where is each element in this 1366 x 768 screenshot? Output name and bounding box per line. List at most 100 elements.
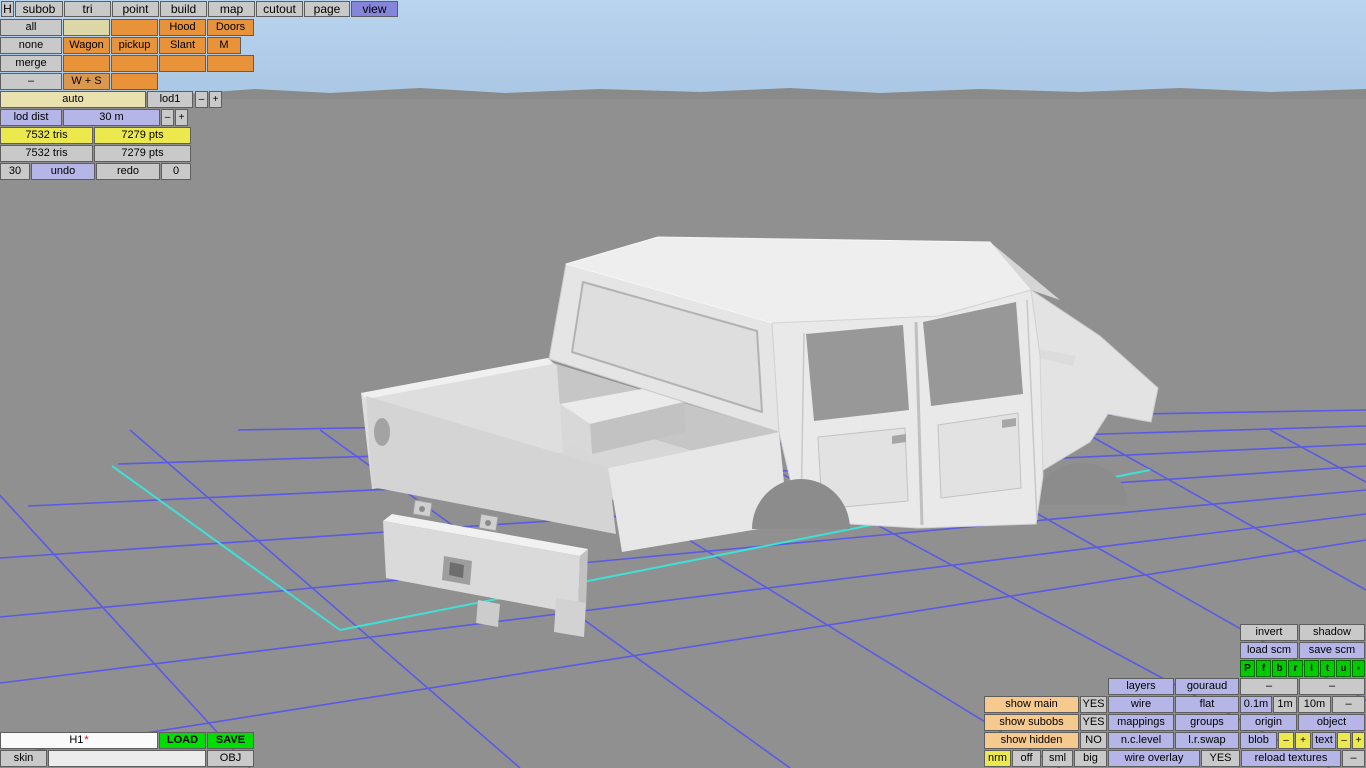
subob-hood-button[interactable]: Hood <box>159 19 206 36</box>
subob-slant-button[interactable]: Slant <box>159 37 206 54</box>
subob-m-button[interactable]: M <box>207 37 241 54</box>
invert-button[interactable]: invert <box>1240 624 1298 641</box>
load-scm-button[interactable]: load scm <box>1240 642 1298 659</box>
select-none-button[interactable]: none <box>0 37 62 54</box>
nrm-off-button[interactable]: off <box>1012 750 1041 767</box>
redo-count: 0 <box>161 163 191 180</box>
layers-button[interactable]: layers <box>1108 678 1174 695</box>
menu-page-tab[interactable]: page <box>304 1 350 17</box>
view-front-button[interactable]: f <box>1256 660 1271 677</box>
subob-slot-6[interactable] <box>207 55 254 72</box>
menu-h-button[interactable]: H <box>1 1 14 17</box>
subob-doors-button[interactable]: Doors <box>207 19 254 36</box>
lod-minus-button[interactable]: – <box>195 91 208 108</box>
lod-plus-button[interactable]: + <box>209 91 222 108</box>
view-top-button[interactable]: t <box>1320 660 1335 677</box>
nc-level-button[interactable]: n.c.level <box>1108 732 1174 749</box>
nrm-big-button[interactable]: big <box>1074 750 1107 767</box>
show-main-toggle[interactable]: YES <box>1080 696 1107 713</box>
subob-pickup-button[interactable]: pickup <box>111 37 158 54</box>
lr-swap-button[interactable]: l.r.swap <box>1175 732 1239 749</box>
mappings-button[interactable]: mappings <box>1108 714 1174 731</box>
blob-button[interactable]: blob <box>1240 732 1277 749</box>
subob-dash-button[interactable]: – <box>0 73 62 90</box>
skin-input[interactable] <box>48 750 206 767</box>
pts-count-total: 7279 pts <box>94 145 191 162</box>
lod-dist-label: lod dist <box>0 109 62 126</box>
grid-01m-button[interactable]: 0.1m <box>1240 696 1272 713</box>
show-subobs-label: show subobs <box>984 714 1079 731</box>
view-under-button[interactable]: u <box>1336 660 1351 677</box>
lod-dist-plus-button[interactable]: + <box>175 109 188 126</box>
load-button[interactable]: LOAD <box>159 732 206 749</box>
menu-view-tab[interactable]: view <box>351 1 398 17</box>
select-all-button[interactable]: all <box>0 19 62 36</box>
subob-slot-7[interactable] <box>111 73 158 90</box>
show-subobs-toggle[interactable]: YES <box>1080 714 1107 731</box>
menu-map-tab[interactable]: map <box>208 1 255 17</box>
lod-dist-value[interactable]: 30 m <box>63 109 160 126</box>
undo-button[interactable]: undo <box>31 163 95 180</box>
menu-point-tab[interactable]: point <box>112 1 159 17</box>
menu-cutout-tab[interactable]: cutout <box>256 1 303 17</box>
skin-label[interactable]: skin <box>0 750 47 767</box>
reload-dash-button[interactable]: – <box>1342 750 1365 767</box>
wire-overlay-toggle[interactable]: YES <box>1201 750 1240 767</box>
lod-auto-field[interactable]: auto <box>0 91 146 108</box>
shadow-button[interactable]: shadow <box>1299 624 1365 641</box>
dash-left-button[interactable]: – <box>1240 678 1298 695</box>
pts-count-active: 7279 pts <box>94 127 191 144</box>
undo-count: 30 <box>0 163 30 180</box>
show-hidden-label: show hidden <box>984 732 1079 749</box>
save-scm-button[interactable]: save scm <box>1299 642 1365 659</box>
subob-slot-3[interactable] <box>63 55 110 72</box>
merge-button[interactable]: merge <box>0 55 62 72</box>
obj-button[interactable]: OBJ <box>207 750 254 767</box>
reload-textures-button[interactable]: reload textures <box>1241 750 1341 767</box>
text-button[interactable]: text <box>1312 732 1336 749</box>
lod1-button[interactable]: lod1 <box>147 91 193 108</box>
view-right-button[interactable]: r <box>1288 660 1303 677</box>
menu-tri-tab[interactable]: tri <box>64 1 111 17</box>
gouraud-button[interactable]: gouraud <box>1175 678 1239 695</box>
origin-button[interactable]: origin <box>1240 714 1297 731</box>
redo-button[interactable]: redo <box>96 163 160 180</box>
view-left-button[interactable]: l <box>1304 660 1319 677</box>
view-back-button[interactable]: b <box>1272 660 1287 677</box>
grid-10m-button[interactable]: 10m <box>1298 696 1331 713</box>
menu-build-tab[interactable]: build <box>160 1 207 17</box>
text-minus-button[interactable]: – <box>1337 732 1351 749</box>
text-plus-button[interactable]: + <box>1352 732 1365 749</box>
subob-slot-1[interactable] <box>63 19 110 36</box>
model-name-text: H1 <box>69 734 84 746</box>
nrm-button[interactable]: nrm <box>984 750 1011 767</box>
wire-button[interactable]: wire <box>1108 696 1174 713</box>
dash-right-button[interactable]: – <box>1299 678 1365 695</box>
wire-overlay-button[interactable]: wire overlay <box>1108 750 1200 767</box>
view-perspective-button[interactable]: P <box>1240 660 1255 677</box>
view-dot-button[interactable]: ● <box>1352 660 1365 677</box>
blob-minus-button[interactable]: – <box>1278 732 1294 749</box>
menu-subob-tab[interactable]: subob <box>15 1 63 17</box>
flat-button[interactable]: flat <box>1175 696 1239 713</box>
subob-slot-2[interactable] <box>111 19 158 36</box>
show-hidden-toggle[interactable]: NO <box>1080 732 1107 749</box>
subob-wagon-button[interactable]: Wagon <box>63 37 110 54</box>
lod-dist-minus-button[interactable]: – <box>161 109 174 126</box>
grid-1m-button[interactable]: 1m <box>1273 696 1297 713</box>
object-button[interactable]: object <box>1298 714 1365 731</box>
subob-slot-5[interactable] <box>159 55 206 72</box>
save-button[interactable]: SAVE <box>207 732 254 749</box>
ws-button[interactable]: W + S <box>63 73 110 90</box>
model-name-field[interactable]: H1 * <box>0 732 158 749</box>
modified-asterisk: * <box>84 734 89 746</box>
tris-count-total: 7532 tris <box>0 145 93 162</box>
groups-button[interactable]: groups <box>1175 714 1239 731</box>
app-window: H subob tri point build map cutout page … <box>0 0 1366 768</box>
blob-plus-button[interactable]: + <box>1295 732 1311 749</box>
nrm-sml-button[interactable]: sml <box>1042 750 1073 767</box>
show-main-label: show main <box>984 696 1079 713</box>
grid-dash-button[interactable]: – <box>1332 696 1365 713</box>
subob-slot-4[interactable] <box>111 55 158 72</box>
viewport-3d[interactable] <box>0 0 1366 768</box>
